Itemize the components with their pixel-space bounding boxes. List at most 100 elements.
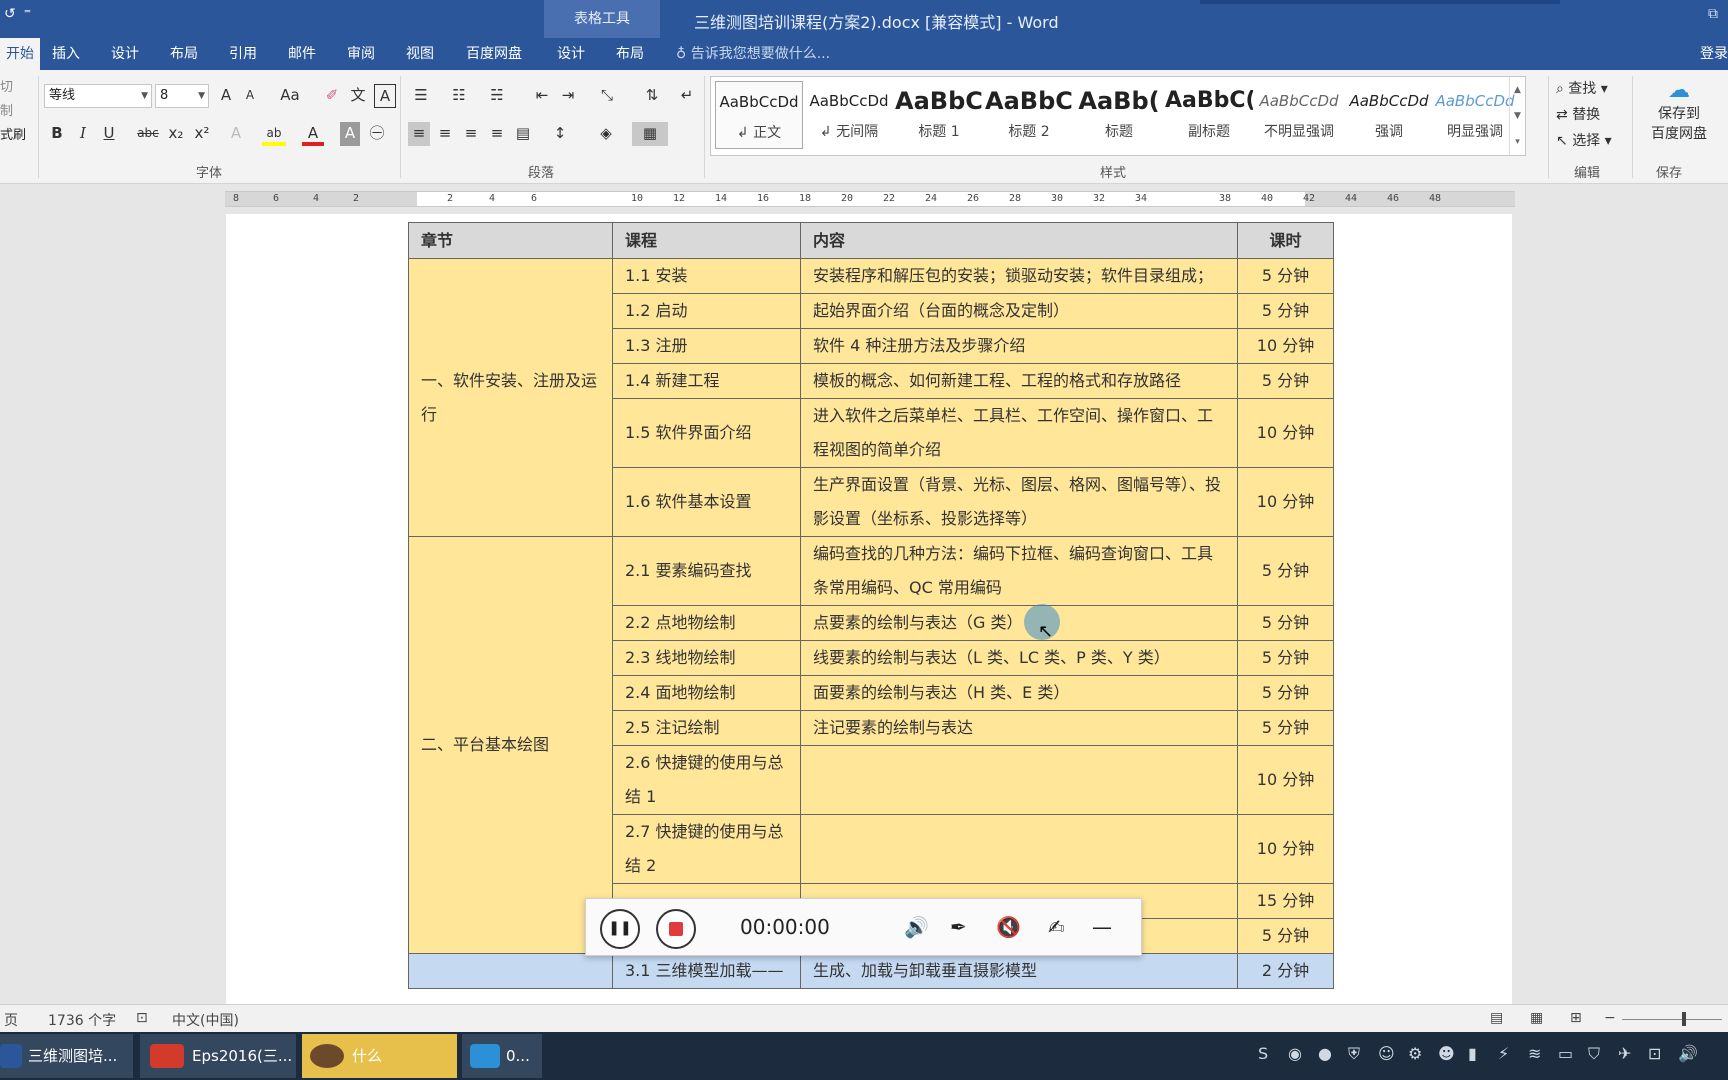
format-painter-button[interactable]: 式刷: [0, 124, 26, 148]
language-indicator[interactable]: 中文(中国): [172, 1010, 239, 1030]
content-cell[interactable]: [800, 814, 1238, 884]
hours-cell[interactable]: 5 分钟: [1237, 605, 1334, 641]
font-name-combo[interactable]: 等线 ▼: [44, 84, 152, 108]
course-cell[interactable]: 2.4 面地物绘制: [612, 675, 801, 711]
numbering-icon[interactable]: ☷: [446, 84, 472, 108]
course-cell[interactable]: 2.7 快捷键的使用与总结 2: [612, 814, 801, 884]
course-table[interactable]: 章节 课程 内容 课时 一、软件安装、注册及运行 1.1 安装 安装程序和解压包的安…: [408, 222, 1334, 989]
tab-home[interactable]: 开始: [0, 38, 40, 70]
tray-icon[interactable]: ▭: [1558, 1044, 1573, 1063]
restore-icon[interactable]: ⧉: [1708, 6, 1718, 22]
underline-icon[interactable]: U: [98, 122, 120, 146]
draw-icon[interactable]: ✍: [1048, 915, 1065, 939]
tray-icon[interactable]: ✈: [1618, 1044, 1631, 1063]
style-no-spacing[interactable]: AaBbCcDd ↲ 无间隔: [805, 81, 893, 149]
tray-icon[interactable]: ⚡: [1498, 1044, 1509, 1063]
content-cell[interactable]: 生成、加载与卸载垂直摄影模型: [800, 953, 1238, 989]
hours-cell[interactable]: 5 分钟: [1237, 710, 1334, 746]
tab-layout[interactable]: 布局: [170, 38, 198, 70]
tell-me-search[interactable]: ♁ 告诉我您想要做什么...: [676, 38, 830, 70]
line-spacing-icon[interactable]: ↕: [548, 122, 572, 146]
word-count[interactable]: 1736 个字: [48, 1010, 116, 1030]
content-cell[interactable]: 起始界面介绍（台面的概念及定制）: [800, 293, 1238, 329]
read-mode-icon[interactable]: ▤: [1490, 1010, 1503, 1026]
hours-cell[interactable]: 5 分钟: [1237, 363, 1334, 399]
taskbar-recorder[interactable]: 0...: [462, 1034, 542, 1078]
header-chapter[interactable]: 章节: [408, 222, 613, 259]
content-cell[interactable]: 编码查找的几种方法：编码下拉框、编码查询窗口、工具条常用编码、QC 常用编码: [800, 536, 1238, 606]
hours-cell[interactable]: 2 分钟: [1237, 953, 1334, 989]
hours-cell[interactable]: 15 分钟: [1237, 883, 1334, 919]
mic-off-icon[interactable]: 🔇: [996, 915, 1021, 939]
character-shading-icon[interactable]: A: [340, 122, 360, 146]
tray-icon[interactable]: 🔊: [1678, 1044, 1698, 1063]
hours-cell[interactable]: 5 分钟: [1237, 918, 1334, 954]
content-cell[interactable]: 进入软件之后菜单栏、工具栏、工作空间、操作窗口、工程视图的简单介绍: [800, 398, 1238, 468]
increase-indent-icon[interactable]: ⇥: [556, 84, 580, 108]
header-course[interactable]: 课程: [612, 222, 801, 259]
zoom-slider[interactable]: [1622, 1019, 1722, 1020]
tab-table-layout[interactable]: 布局: [616, 38, 644, 70]
content-cell[interactable]: 点要素的绘制与表达（G 类）: [800, 605, 1238, 641]
shrink-font-icon[interactable]: A: [240, 84, 260, 108]
subscript-icon[interactable]: x₂: [164, 122, 188, 146]
course-cell[interactable]: 2.2 点地物绘制: [612, 605, 801, 641]
tray-icon[interactable]: ▮: [1468, 1044, 1477, 1063]
course-cell[interactable]: 2.6 快捷键的使用与总结 1: [612, 745, 801, 815]
tab-view[interactable]: 视图: [406, 38, 434, 70]
course-cell[interactable]: 1.3 注册: [612, 328, 801, 364]
align-right-icon[interactable]: ≡: [460, 122, 482, 146]
hours-cell[interactable]: 10 分钟: [1237, 467, 1334, 537]
taskbar-word[interactable]: 三维测图培...: [0, 1034, 133, 1078]
style-normal[interactable]: AaBbCcDd ↲ 正文: [715, 81, 803, 149]
tray-icon[interactable]: ◉: [1288, 1044, 1302, 1063]
clear-formatting-icon[interactable]: ✐: [322, 84, 342, 108]
web-layout-icon[interactable]: ⊞: [1570, 1010, 1582, 1026]
taskbar-eps[interactable]: Eps2016(三...: [140, 1034, 296, 1078]
hours-cell[interactable]: 10 分钟: [1237, 328, 1334, 364]
tab-mailings[interactable]: 邮件: [288, 38, 316, 70]
hours-cell[interactable]: 5 分钟: [1237, 640, 1334, 676]
header-content[interactable]: 内容: [800, 222, 1238, 259]
italic-icon[interactable]: I: [72, 122, 94, 146]
chapter-cell[interactable]: 二、平台基本绘图: [408, 536, 613, 954]
course-cell[interactable]: 1.6 软件基本设置: [612, 467, 801, 537]
course-cell[interactable]: 2.5 注记绘制: [612, 710, 801, 746]
pen-icon[interactable]: ✒: [950, 915, 967, 939]
print-layout-icon[interactable]: ▦: [1530, 1010, 1543, 1026]
highlight-icon[interactable]: ab: [262, 122, 286, 146]
hours-cell[interactable]: 10 分钟: [1237, 814, 1334, 884]
multilevel-list-icon[interactable]: ☵: [484, 84, 510, 108]
tray-icon[interactable]: ⚙: [1408, 1044, 1422, 1063]
hours-cell[interactable]: 5 分钟: [1237, 293, 1334, 329]
change-case-icon[interactable]: Aa: [274, 84, 306, 108]
borders-icon[interactable]: ▦: [632, 122, 668, 146]
content-cell[interactable]: 线要素的绘制与表达（L 类、LC 类、P 类、Y 类）: [800, 640, 1238, 676]
save-to-baidu-button[interactable]: ☁ 保存到 百度网盘: [1638, 78, 1720, 143]
course-cell[interactable]: 1.4 新建工程: [612, 363, 801, 399]
phonetic-guide-icon[interactable]: 文: [348, 84, 368, 108]
content-cell[interactable]: 注记要素的绘制与表达: [800, 710, 1238, 746]
font-size-combo[interactable]: 8 ▼: [155, 84, 209, 108]
hours-cell[interactable]: 5 分钟: [1237, 536, 1334, 606]
horizontal-ruler[interactable]: 8 6 4 2 2 4 6 10 12 14 16 18 20 22 24 26 28 30 32 34 38 40 42 4…: [225, 191, 1515, 207]
course-cell[interactable]: 2.3 线地物绘制: [612, 640, 801, 676]
tab-design[interactable]: 设计: [111, 38, 139, 70]
copy-button[interactable]: 制: [0, 100, 26, 124]
tab-references[interactable]: 引用: [229, 38, 257, 70]
tray-icon[interactable]: ≋: [1528, 1044, 1541, 1063]
style-heading-2[interactable]: AaBbC( 标题 2: [985, 81, 1073, 149]
content-cell[interactable]: 面要素的绘制与表达（H 类、E 类）: [800, 675, 1238, 711]
tray-icon[interactable]: ⊡: [1648, 1044, 1661, 1063]
style-intense-emphasis[interactable]: AaBbCcDd 明显强调: [1431, 81, 1519, 149]
sort-icon[interactable]: ⇅: [640, 84, 664, 108]
text-direction-icon[interactable]: ⤡: [594, 84, 620, 108]
strikethrough-icon[interactable]: abc: [134, 122, 162, 146]
undo-icon[interactable]: ↺: [4, 6, 16, 22]
hours-cell[interactable]: 10 分钟: [1237, 398, 1334, 468]
course-cell[interactable]: 3.1 三维模型加载——: [612, 953, 801, 989]
character-border-icon[interactable]: A: [374, 84, 396, 108]
bullets-icon[interactable]: ☰: [408, 84, 434, 108]
content-cell[interactable]: 生产界面设置（背景、光标、图层、格网、图幅号等）、投影设置（坐标系、投影选择等）: [800, 467, 1238, 537]
tab-table-design[interactable]: 设计: [557, 38, 585, 70]
